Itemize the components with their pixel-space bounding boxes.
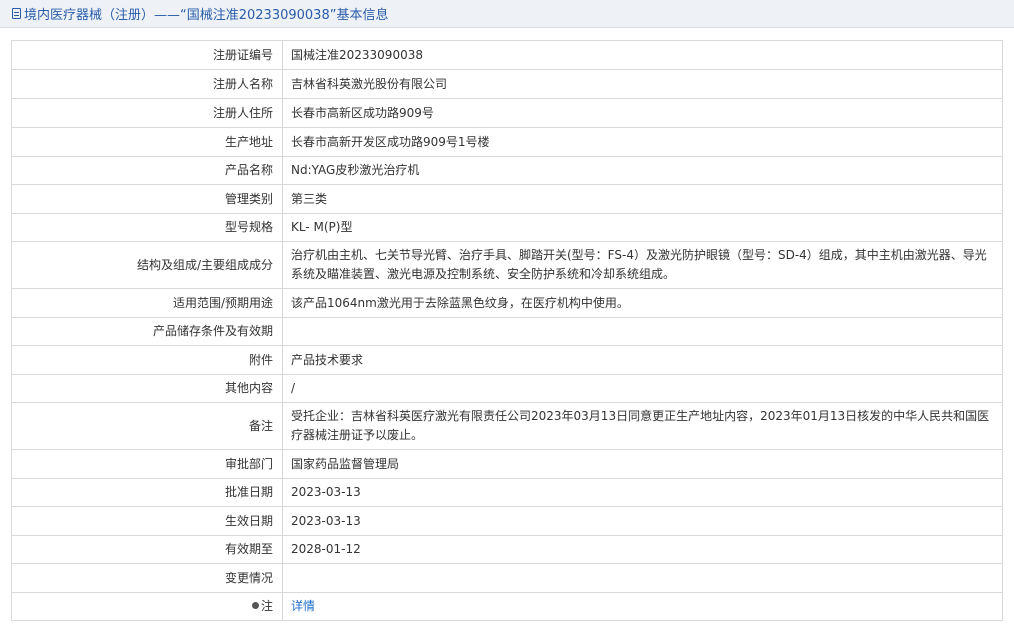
row-label: 型号规格 bbox=[11, 213, 283, 242]
details-link[interactable]: 详情 bbox=[291, 599, 315, 613]
page-title: 境内医疗器械（注册）——“国械注准20233090038”基本信息 bbox=[24, 8, 389, 23]
table-row: 其他内容 / bbox=[11, 374, 1003, 403]
table-row: 变更情况 bbox=[11, 563, 1003, 593]
row-label: 管理类别 bbox=[11, 184, 283, 214]
row-value: 2023-03-13 bbox=[282, 478, 1003, 507]
row-value bbox=[282, 563, 1003, 593]
row-label: 其他内容 bbox=[11, 374, 283, 403]
row-value: / bbox=[282, 374, 1003, 403]
row-value: 该产品1064nm激光用于去除蓝黑色纹身，在医疗机构中使用。 bbox=[282, 288, 1003, 318]
row-value: 产品技术要求 bbox=[282, 345, 1003, 375]
row-label: 变更情况 bbox=[11, 563, 283, 593]
row-value: Nd:YAG皮秒激光治疗机 bbox=[282, 156, 1003, 185]
table-row: 适用范围/预期用途 该产品1064nm激光用于去除蓝黑色纹身，在医疗机构中使用。 bbox=[11, 288, 1003, 318]
row-label: 产品储存条件及有效期 bbox=[11, 317, 283, 346]
row-value: 2028-01-12 bbox=[282, 535, 1003, 564]
table-row: 批准日期 2023-03-13 bbox=[11, 478, 1003, 507]
row-value: 受托企业：吉林省科英医疗激光有限责任公司2023年03月13日同意更正生产地址内… bbox=[282, 402, 1003, 450]
table-row: 备注 受托企业：吉林省科英医疗激光有限责任公司2023年03月13日同意更正生产… bbox=[11, 402, 1003, 450]
row-label: 审批部门 bbox=[11, 449, 283, 479]
row-value: 长春市高新区成功路909号 bbox=[282, 98, 1003, 128]
row-label: 注册人住所 bbox=[11, 98, 283, 128]
table-row: 注册人住所 长春市高新区成功路909号 bbox=[11, 98, 1003, 128]
table-row: 有效期至 2028-01-12 bbox=[11, 535, 1003, 564]
note-label-cell: 注 bbox=[11, 592, 283, 621]
row-label: 产品名称 bbox=[11, 156, 283, 185]
row-value: 长春市高新开发区成功路909号1号楼 bbox=[282, 127, 1003, 157]
note-label: 注 bbox=[260, 599, 273, 613]
table-row: 注册证编号 国械注准20233090038 bbox=[11, 40, 1003, 70]
row-value: 2023-03-13 bbox=[282, 506, 1003, 536]
info-table-container: 注册证编号 国械注准20233090038 注册人名称 吉林省科英激光股份有限公… bbox=[11, 40, 1003, 621]
document-icon bbox=[12, 8, 21, 19]
info-table: 注册证编号 国械注准20233090038 注册人名称 吉林省科英激光股份有限公… bbox=[11, 40, 1003, 621]
table-row: 管理类别 第三类 bbox=[11, 184, 1003, 214]
row-label: 附件 bbox=[11, 345, 283, 375]
row-value: 第三类 bbox=[282, 184, 1003, 214]
table-row: 审批部门 国家药品监督管理局 bbox=[11, 449, 1003, 479]
note-value-cell: 详情 bbox=[282, 592, 1003, 621]
pin-icon bbox=[251, 602, 259, 609]
row-label: 生效日期 bbox=[11, 506, 283, 536]
table-row: 附件 产品技术要求 bbox=[11, 345, 1003, 375]
table-row: 产品名称 Nd:YAG皮秒激光治疗机 bbox=[11, 156, 1003, 185]
row-label: 注册人名称 bbox=[11, 69, 283, 99]
row-label: 生产地址 bbox=[11, 127, 283, 157]
row-value bbox=[282, 317, 1003, 346]
page-header: 境内医疗器械（注册）——“国械注准20233090038”基本信息 bbox=[0, 0, 1014, 28]
row-value: 国械注准20233090038 bbox=[282, 40, 1003, 70]
table-row: 生产地址 长春市高新开发区成功路909号1号楼 bbox=[11, 127, 1003, 157]
row-value: 国家药品监督管理局 bbox=[282, 449, 1003, 479]
table-row: 结构及组成/主要组成成分 治疗机由主机、七关节导光臂、治疗手具、脚踏开关(型号：… bbox=[11, 241, 1003, 289]
row-value: 吉林省科英激光股份有限公司 bbox=[282, 69, 1003, 99]
row-label: 注册证编号 bbox=[11, 40, 283, 70]
table-row: 注册人名称 吉林省科英激光股份有限公司 bbox=[11, 69, 1003, 99]
row-value: KL- M(P)型 bbox=[282, 213, 1003, 242]
row-label: 适用范围/预期用途 bbox=[11, 288, 283, 318]
row-label: 批准日期 bbox=[11, 478, 283, 507]
table-row: 产品储存条件及有效期 bbox=[11, 317, 1003, 346]
row-label: 备注 bbox=[11, 402, 283, 450]
row-value: 治疗机由主机、七关节导光臂、治疗手具、脚踏开关(型号：FS-4）及激光防护眼镜（… bbox=[282, 241, 1003, 289]
row-label: 有效期至 bbox=[11, 535, 283, 564]
row-label: 结构及组成/主要组成成分 bbox=[11, 241, 283, 289]
note-row: 注 详情 bbox=[11, 592, 1003, 621]
table-row: 生效日期 2023-03-13 bbox=[11, 506, 1003, 536]
table-row: 型号规格 KL- M(P)型 bbox=[11, 213, 1003, 242]
